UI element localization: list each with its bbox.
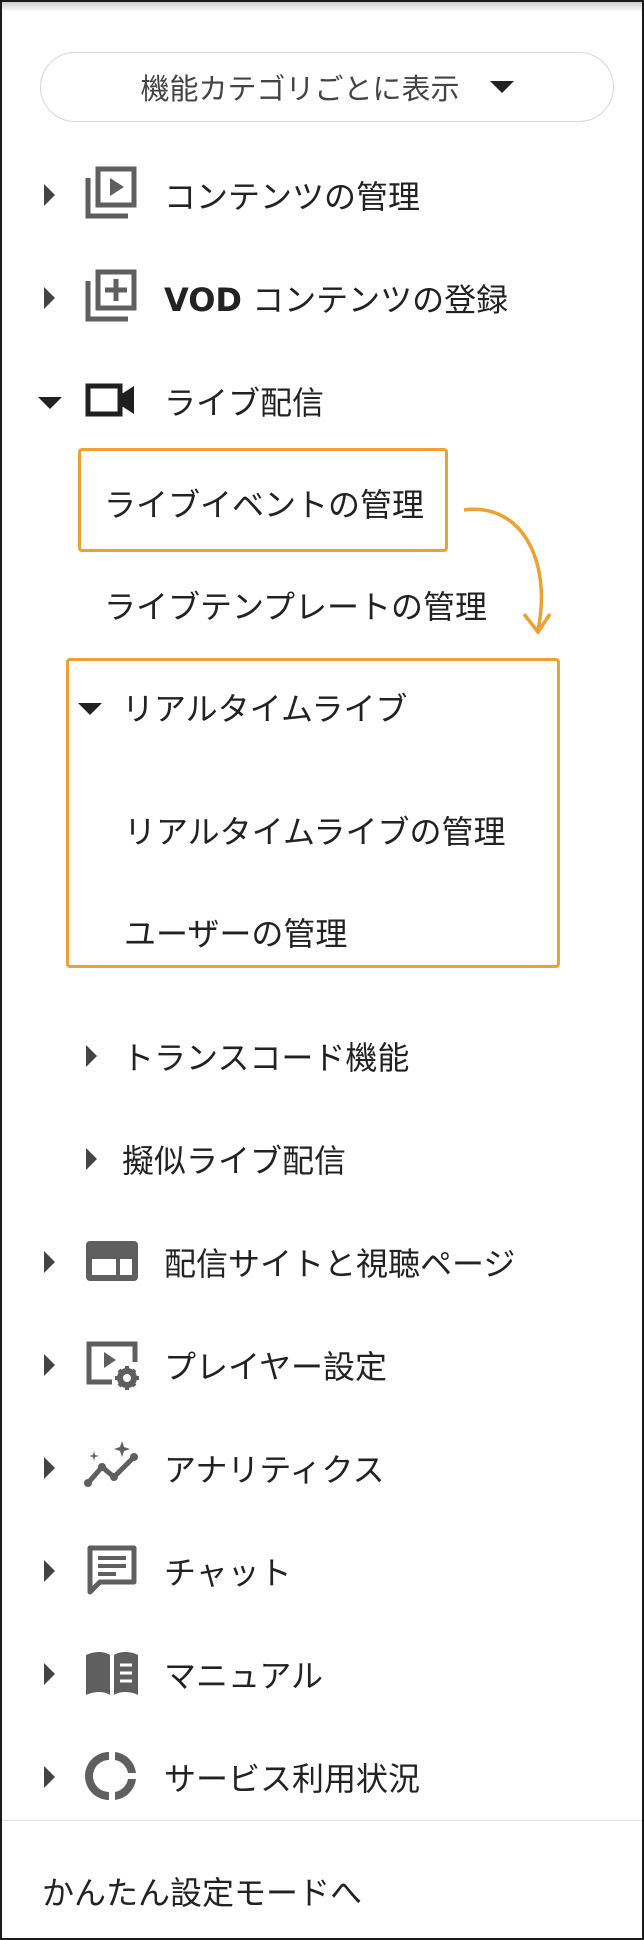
submenu-item-label: リアルタイムライブ (122, 690, 408, 728)
menu-item-label: プレイヤー設定 (164, 1348, 388, 1386)
expand-arrow-icon[interactable] (44, 1354, 55, 1376)
menu-item-label: 配信サイトと視聴ページ (164, 1245, 516, 1283)
menu-item-label: サービス利用状況 (164, 1760, 421, 1798)
submenu-item-live-event[interactable]: ライブイベントの管理 (104, 468, 424, 538)
easy-mode-label: かんたん設定モードへ (42, 1874, 363, 1912)
expand-arrow-icon[interactable] (44, 1560, 55, 1582)
submenu-item-label: トランスコード機能 (122, 1039, 410, 1077)
submenu-item-label: ライブイベントの管理 (104, 486, 425, 524)
menu-item-player[interactable]: プレイヤー設定 (2, 1330, 642, 1400)
usage-donut-icon (85, 1752, 136, 1800)
submenu-item-transcode[interactable]: トランスコード機能 (2, 1021, 642, 1091)
menu-item-label: アナリティクス (164, 1451, 385, 1489)
vod-prefix: VOD (164, 281, 242, 319)
menu-item-contents[interactable]: コンテンツの管理 (2, 160, 642, 230)
menu-item-label: マニュアル (164, 1657, 324, 1695)
video-library-icon (85, 166, 137, 219)
expand-arrow-icon[interactable] (86, 1148, 97, 1170)
videocam-icon (85, 383, 134, 417)
top-shadow (2, 2, 642, 12)
submenu-item-label: リアルタイムライブの管理 (124, 813, 506, 851)
vod-label-rest: コンテンツの登録 (241, 281, 509, 319)
menu-item-label: チャット (164, 1554, 292, 1592)
expand-arrow-icon[interactable] (44, 184, 55, 206)
expand-arrow-icon[interactable] (44, 1663, 55, 1685)
analytics-icon (84, 1441, 138, 1487)
view-mode-selector[interactable]: 機能カテゴリごとに表示 (40, 52, 614, 122)
add-to-library-icon (85, 269, 137, 322)
collapse-arrow-icon[interactable] (78, 703, 102, 715)
submenu-item-user-manage[interactable]: ユーザーの管理 (124, 897, 347, 967)
manual-book-icon (86, 1652, 138, 1695)
expand-arrow-icon[interactable] (44, 1457, 55, 1479)
footer-divider (2, 1820, 642, 1821)
expand-arrow-icon[interactable] (44, 1766, 55, 1788)
menu-item-usage[interactable]: サービス利用状況 (2, 1742, 642, 1812)
menu-item-chat[interactable]: チャット (2, 1536, 642, 1606)
menu-item-label: コンテンツの管理 (164, 178, 421, 216)
menu-item-vod-register[interactable]: VOD コンテンツの登録 (2, 263, 642, 333)
submenu-item-label: ユーザーの管理 (124, 915, 348, 953)
annotation-arrow-icon (463, 507, 552, 635)
collapse-arrow-icon[interactable] (38, 397, 62, 409)
menu-item-analytics[interactable]: アナリティクス (2, 1433, 642, 1503)
submenu-item-live-template[interactable]: ライブテンプレートの管理 (104, 570, 487, 640)
submenu-item-realtime[interactable]: リアルタイムライブ (2, 672, 562, 742)
menu-item-live[interactable]: ライブ配信 (2, 366, 642, 436)
menu-item-label: ライブ配信 (164, 384, 325, 422)
menu-item-site[interactable]: 配信サイトと視聴ページ (2, 1227, 642, 1297)
easy-mode-link[interactable]: かんたん設定モードへ (42, 1856, 362, 1926)
sidebar-panel: 機能カテゴリごとに表示 コンテンツの管理 VOD コンテンツの登録 ライブ配信 (0, 0, 644, 1940)
web-layout-icon (86, 1241, 138, 1281)
player-settings-icon (86, 1341, 139, 1390)
expand-arrow-icon[interactable] (44, 1251, 55, 1273)
chat-icon (87, 1545, 137, 1595)
menu-item-manual[interactable]: マニュアル (2, 1639, 642, 1709)
menu-item-label: VOD コンテンツの登録 (164, 275, 508, 321)
submenu-item-label: ライブテンプレートの管理 (104, 588, 488, 626)
submenu-item-realtime-manage[interactable]: リアルタイムライブの管理 (124, 795, 505, 865)
view-mode-label: 機能カテゴリごとに表示 (140, 72, 460, 106)
caret-down-icon (489, 81, 514, 93)
expand-arrow-icon[interactable] (44, 287, 55, 309)
submenu-item-label: 擬似ライブ配信 (122, 1142, 347, 1180)
submenu-item-pseudo-live[interactable]: 擬似ライブ配信 (2, 1124, 642, 1194)
expand-arrow-icon[interactable] (86, 1045, 97, 1067)
